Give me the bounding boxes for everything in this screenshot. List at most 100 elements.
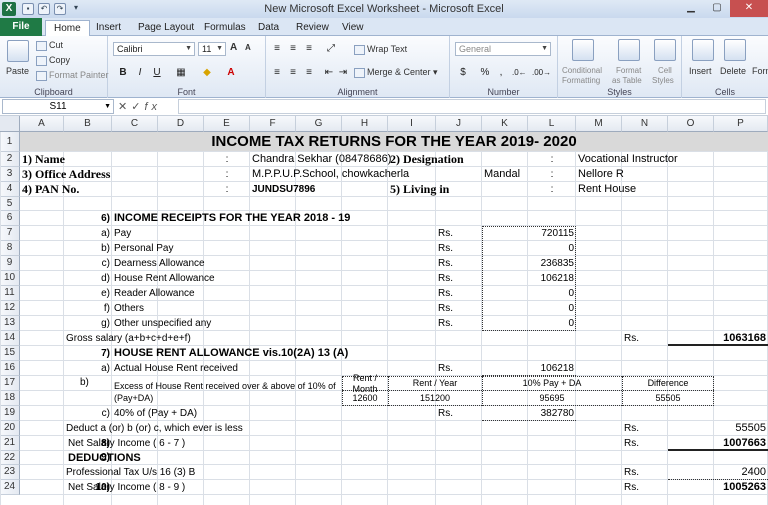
rs-label[interactable]: Rs. [624,421,639,436]
name-box[interactable]: S11 ▼ [2,99,114,114]
tab-formulas[interactable]: Formulas [196,20,254,36]
row-header[interactable]: 10 [0,271,20,286]
tab-insert[interactable]: Insert [88,20,129,36]
format-as-table-icon[interactable] [618,39,640,61]
section-heading[interactable]: INCOME RECEIPTS FOR THE YEAR 2018 - 19 [114,211,350,226]
rs-label[interactable]: Rs. [438,316,453,331]
living-label[interactable]: 5) Living in [390,182,449,197]
row-header[interactable]: 9 [0,256,20,271]
row-header[interactable]: 4 [0,182,20,197]
item-label[interactable]: House Rent Allowance [114,271,215,286]
item-letter[interactable]: c) [66,256,110,271]
net-salary-label[interactable]: Net Salary Income ( 6 - 7 ) [66,436,185,451]
row-header[interactable]: 11 [0,286,20,301]
name-label[interactable]: 1) Name [22,152,65,167]
conditional-formatting-label-2[interactable]: Formatting [562,76,600,85]
item-label[interactable]: Personal Pay [114,241,173,256]
underline-button[interactable]: U [150,66,164,80]
column-header[interactable]: J [436,116,482,132]
cell[interactable]: : [530,167,574,182]
column-header[interactable]: A [20,116,64,132]
cell[interactable]: : [206,167,248,182]
rs-label[interactable]: Rs. [438,226,453,241]
rs-label[interactable]: Rs. [624,436,639,451]
column-header[interactable]: C [112,116,158,132]
cancel-icon[interactable]: ✕ [118,101,131,113]
row-header[interactable]: 14 [0,331,20,346]
section-heading[interactable]: DEDUCTIONS [66,451,141,465]
item-letter[interactable]: e) [66,286,110,301]
column-header[interactable]: N [622,116,668,132]
column-header[interactable]: G [296,116,342,132]
row-header[interactable]: 7 [0,226,20,241]
tab-home[interactable]: Home [45,20,90,37]
tab-view[interactable]: View [334,20,372,36]
comma-button[interactable]: , [494,66,508,80]
format-painter-button[interactable]: Format Painter [36,70,109,81]
net-salary-label[interactable]: Net Salary Income ( 8 - 9 ) [66,480,185,495]
rs-label[interactable]: Rs. [438,271,453,286]
worksheet-grid[interactable]: A B C D E F G H I J K L M N O P 1 2 3 4 5 6 7 8 9 10 11 12 13 14 15 16 1… [0,116,768,505]
conditional-formatting-icon[interactable] [572,39,594,61]
column-header[interactable]: D [158,116,204,132]
rent-year-value[interactable]: 151200 [388,391,482,406]
rs-label[interactable]: Rs. [438,286,453,301]
merge-center-button[interactable]: Merge & Center ▾ [354,67,438,78]
font-size-select[interactable]: 11 ▼ [198,42,226,56]
rent-month-value[interactable]: 12600 [342,391,388,406]
cell[interactable]: : [206,152,248,167]
designation-value[interactable]: Vocational Instructor [578,152,678,167]
rs-label[interactable]: Rs. [624,331,639,346]
net-salary-value[interactable]: 1005263 [670,480,766,495]
office-address-value[interactable]: M.P.P.U.P.School, chowkacherla [252,167,409,182]
paste-icon[interactable] [7,40,29,62]
conditional-formatting-label[interactable]: Conditional [562,66,602,75]
column-header[interactable]: H [342,116,388,132]
item-letter[interactable]: a) [66,361,110,376]
column-header[interactable]: B [64,116,112,132]
align-bottom-icon[interactable]: ≡ [302,42,316,56]
pay-da-header[interactable]: 10% Pay + DA [482,376,622,391]
column-header[interactable]: E [204,116,250,132]
section-heading[interactable]: HOUSE RENT ALLOWANCE vis.10(2A) 13 (A) [114,346,348,361]
enter-icon[interactable]: ✓ [131,101,144,113]
column-header[interactable]: O [668,116,714,132]
tab-file[interactable]: File [0,18,42,36]
section-number[interactable]: 7) [22,346,110,361]
currency-button[interactable]: $ [456,66,470,80]
cut-button[interactable]: Cut [36,40,63,51]
rent-year-header[interactable]: Rent / Year [388,376,482,391]
difference-value[interactable]: 55505 [622,391,714,406]
row-header[interactable]: 2 [0,152,20,167]
cell[interactable]: : [206,182,248,197]
format-as-table-label[interactable]: Format [616,66,641,75]
row-header[interactable]: 21 [0,436,20,451]
column-header[interactable]: K [482,116,528,132]
italic-button[interactable]: I [133,66,147,80]
item-label[interactable]: Others [114,301,144,316]
difference-header[interactable]: Difference [622,376,714,391]
row-header[interactable]: 6 [0,211,20,226]
item-letter[interactable]: g) [66,316,110,331]
insert-cells-button[interactable]: Insert [689,66,712,76]
item-label[interactable]: Reader Allowance [114,286,195,301]
align-left-icon[interactable]: ≡ [270,66,284,80]
increase-indent-icon[interactable]: ⇥ [336,66,350,80]
living-value[interactable]: Rent House [578,182,636,197]
cell[interactable]: : [530,182,574,197]
row-header[interactable]: 16 [0,361,20,376]
increase-decimal-icon[interactable]: .0← [512,66,527,80]
font-color-icon[interactable]: A [224,66,238,80]
office-address-label[interactable]: 3) Office Address [22,167,110,182]
tab-review[interactable]: Review [288,20,337,36]
item-label[interactable]: 40% of (Pay + DA) [114,406,197,421]
rs-label[interactable]: Rs. [624,480,639,495]
borders-icon[interactable]: ▦ [174,66,188,80]
pan-label[interactable]: 4) PAN No. [22,182,79,197]
deduct-label[interactable]: Deduct a (or) b (or) c, which ever is le… [66,421,243,436]
item-letter[interactable]: c) [66,406,110,421]
row-header[interactable]: 5 [0,197,20,211]
rent-month-header[interactable]: Rent / Month [342,373,388,394]
rs-label[interactable]: Rs. [438,361,453,376]
align-middle-icon[interactable]: ≡ [286,42,300,56]
